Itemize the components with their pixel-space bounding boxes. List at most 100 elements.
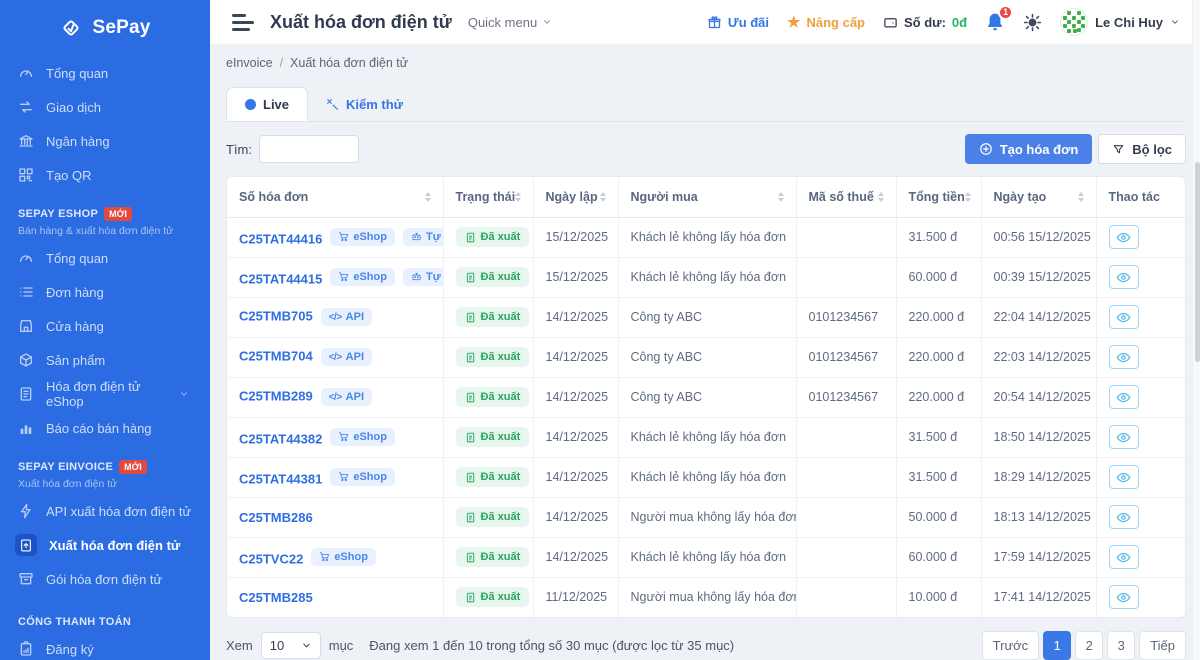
total-amount: 60.000 đ — [896, 537, 981, 577]
pagination-page-2[interactable]: 2 — [1075, 631, 1103, 660]
view-invoice-button[interactable] — [1109, 345, 1139, 369]
view-invoice-button[interactable] — [1109, 265, 1139, 289]
column-header-ma-so-thue[interactable]: Mã số thuế — [796, 177, 896, 217]
total-amount: 31.500 đ — [896, 217, 981, 257]
sidebar-item-goi-hoa-don[interactable]: Gói hóa đơn điện tử — [0, 562, 210, 596]
column-header-trang-thai[interactable]: Trạng thái — [443, 177, 533, 217]
buyer-name: Khách lẻ không lấy hóa đơn — [618, 257, 796, 297]
issue-date: 14/12/2025 — [533, 457, 618, 497]
user-menu[interactable]: Le Chi Huy — [1060, 8, 1180, 36]
tab-live[interactable]: Live — [226, 87, 308, 121]
invoice-code-link[interactable]: C25TMB705 — [239, 309, 313, 324]
breadcrumb-einvoice[interactable]: eInvoice — [226, 56, 273, 70]
sort-icon — [425, 192, 431, 202]
sidebar-item-label: Giao dịch — [46, 100, 101, 115]
buyer-name: Người mua không lấy hóa đơn — [618, 577, 796, 617]
sidebar-item-eshop-tong-quan[interactable]: Tổng quan — [0, 241, 210, 275]
sidebar-item-label: Hóa đơn điện tử eShop — [46, 379, 164, 409]
invoice-code-link[interactable]: C25TVC22 — [239, 551, 303, 566]
invoice-code-link[interactable]: C25TMB285 — [239, 590, 313, 605]
created-at: 18:13 14/12/2025 — [981, 497, 1096, 537]
invoice-code-link[interactable]: C25TAT44415 — [239, 271, 322, 286]
sidebar-item-bao-cao[interactable]: Báo cáo bán hàng — [0, 411, 210, 445]
table-header-row: Số hóa đơn Trạng thái Ngày lập Người mua… — [227, 177, 1185, 217]
invoice-code-link[interactable]: C25TMB289 — [239, 389, 313, 404]
column-header-ngay-lap[interactable]: Ngày lập — [533, 177, 618, 217]
sidebar-item-label: Tạo QR — [46, 168, 92, 183]
promo-link[interactable]: Ưu đãi — [707, 15, 769, 30]
bar-chart-icon — [18, 420, 34, 436]
upgrade-link[interactable]: ★ Nâng cấp — [787, 15, 865, 30]
column-header-tong-tien[interactable]: Tổng tiền — [896, 177, 981, 217]
total-amount: 50.000 đ — [896, 497, 981, 537]
page-size-select[interactable]: 10 — [261, 632, 321, 659]
pagination-page-3[interactable]: 3 — [1107, 631, 1135, 660]
sidebar-item-dang-ky[interactable]: Đăng ký — [0, 632, 210, 660]
view-invoice-button[interactable] — [1109, 465, 1139, 489]
view-invoice-button[interactable] — [1109, 545, 1139, 569]
table-row: C25TVC22eShopĐã xuất14/12/2025Khách lẻ k… — [227, 537, 1185, 577]
view-invoice-button[interactable] — [1109, 585, 1139, 609]
filter-button[interactable]: Bộ lọc — [1098, 134, 1186, 164]
sidebar-item-giao-dich[interactable]: Giao dịch — [0, 90, 210, 124]
scrollbar-thumb[interactable] — [1195, 162, 1200, 362]
invoice-code-link[interactable]: C25TAT44416 — [239, 231, 322, 246]
invoice-code-link[interactable]: C25TMB286 — [239, 510, 313, 525]
cart-badge: eShop — [330, 228, 395, 246]
section-title: CỔNG THANH TOÁN — [18, 616, 131, 628]
create-invoice-button[interactable]: Tạo hóa đơn — [965, 134, 1093, 164]
total-amount: 31.500 đ — [896, 457, 981, 497]
scrollbar-track[interactable] — [1192, 0, 1200, 660]
sidebar-item-hoa-don-eshop[interactable]: Hóa đơn điện tử eShop — [0, 377, 210, 411]
balance-display[interactable]: Số dư: 0đ — [883, 15, 967, 30]
tax-id: 0101234567 — [796, 377, 896, 417]
view-invoice-button[interactable] — [1109, 225, 1139, 249]
star-icon: ★ — [787, 15, 800, 30]
hamburger-menu-icon[interactable] — [232, 14, 254, 31]
buyer-name: Khách lẻ không lấy hóa đơn — [618, 417, 796, 457]
cart-badge: eShop — [330, 468, 395, 486]
sidebar-item-don-hang[interactable]: Đơn hàng — [0, 275, 210, 309]
table-row: C25TMB286Đã xuất14/12/2025Người mua khôn… — [227, 497, 1185, 537]
theme-sun-icon[interactable] — [1023, 13, 1042, 32]
view-invoice-button[interactable] — [1109, 385, 1139, 409]
tax-id — [796, 217, 896, 257]
sidebar-item-xuat-hoa-don[interactable]: Xuất hóa đơn điện tử — [0, 528, 210, 562]
column-header-so-hoa-don[interactable]: Số hóa đơn — [227, 177, 443, 217]
toolbar: Tìm: Tạo hóa đơn Bộ lọc — [226, 134, 1186, 164]
invoice-code-link[interactable]: C25TMB704 — [239, 349, 313, 364]
search-input[interactable] — [259, 135, 359, 163]
sidebar-item-cua-hang[interactable]: Cửa hàng — [0, 309, 210, 343]
quick-menu-dropdown[interactable]: Quick menu — [468, 15, 552, 30]
tab-test[interactable]: Kiểm thử — [308, 87, 421, 121]
pagination-prev[interactable]: Trước — [982, 631, 1040, 660]
sidebar-item-tong-quan[interactable]: Tổng quan — [0, 56, 210, 90]
sidebar: SePay Tổng quan Giao dịch Ngân hàng Tạo … — [0, 0, 210, 660]
status-badge: Đã xuất — [456, 347, 530, 367]
pagination-next[interactable]: Tiếp — [1139, 631, 1186, 660]
invoice-code-link[interactable]: C25TAT44381 — [239, 471, 322, 486]
cart-badge: eShop — [330, 268, 395, 286]
column-header-nguoi-mua[interactable]: Người mua — [618, 177, 796, 217]
created-at: 17:41 14/12/2025 — [981, 577, 1096, 617]
issue-date: 15/12/2025 — [533, 217, 618, 257]
sidebar-item-san-pham[interactable]: Sản phẩm — [0, 343, 210, 377]
view-invoice-button[interactable] — [1109, 425, 1139, 449]
column-header-ngay-tao[interactable]: Ngày tạo — [981, 177, 1096, 217]
view-invoice-button[interactable] — [1109, 305, 1139, 329]
status-badge: Đã xuất — [456, 507, 530, 527]
notifications-button[interactable]: 1 — [985, 12, 1005, 32]
sidebar-item-api-xuat-hoa-don[interactable]: API xuất hóa đơn điện tử — [0, 494, 210, 528]
sort-icon — [965, 192, 971, 202]
sepay-logo-icon — [59, 16, 83, 40]
issue-date: 15/12/2025 — [533, 257, 618, 297]
status-badge: Đã xuất — [456, 227, 530, 247]
invoice-code-link[interactable]: C25TAT44382 — [239, 431, 322, 446]
table-row: C25TAT44415eShopTự độngĐã xuất15/12/2025… — [227, 257, 1185, 297]
pagination-page-1[interactable]: 1 — [1043, 631, 1071, 660]
sidebar-item-ngan-hang[interactable]: Ngân hàng — [0, 124, 210, 158]
sidebar-item-tao-qr[interactable]: Tạo QR — [0, 158, 210, 192]
sepay-logo[interactable]: SePay — [0, 0, 210, 56]
sidebar-item-label: Gói hóa đơn điện tử — [46, 572, 162, 587]
view-invoice-button[interactable] — [1109, 505, 1139, 529]
